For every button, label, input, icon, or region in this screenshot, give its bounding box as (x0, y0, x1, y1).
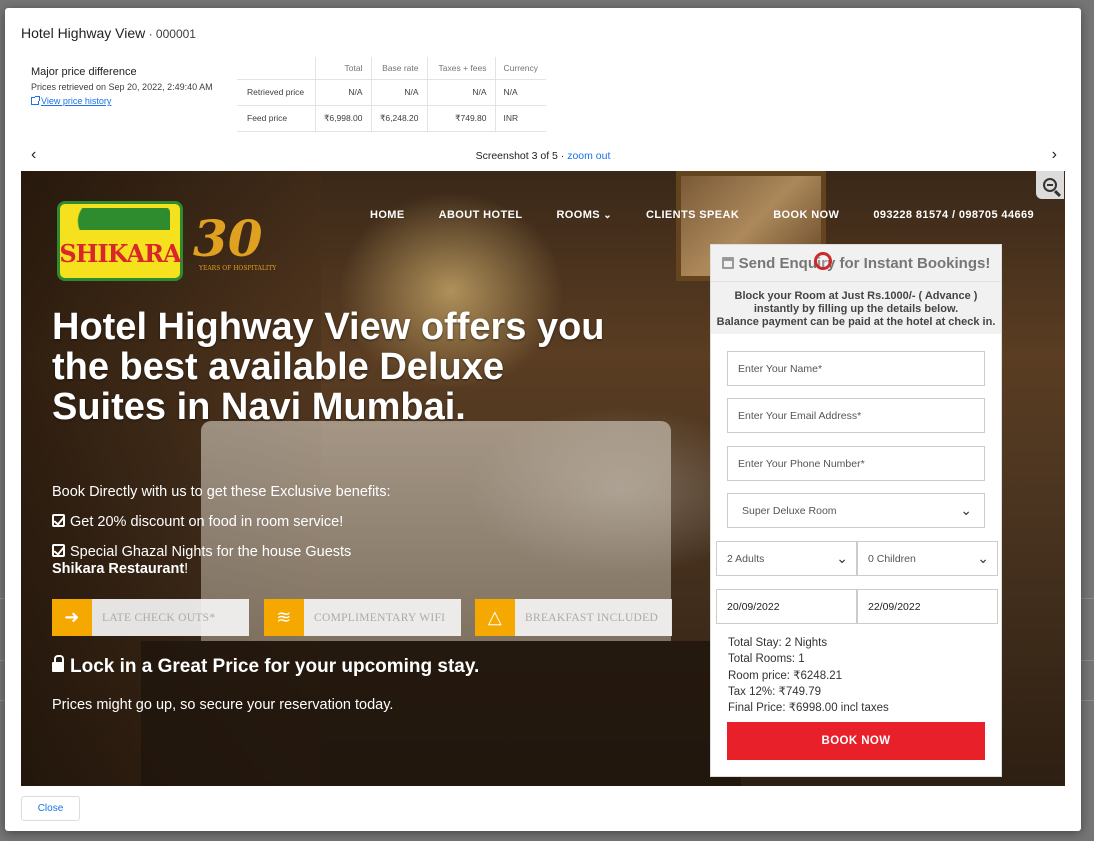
benefit-text: Get 20% discount on food in room service… (70, 514, 344, 530)
title-separator: · (145, 27, 156, 41)
total-stay: Total Stay: 2 Nights (728, 637, 828, 649)
row-label: Retrieved price (237, 79, 316, 106)
screenshot-counter: Screenshot 3 of 5 (475, 150, 558, 162)
restaurant-name: Shikara Restaurant (52, 561, 185, 577)
leaf-icon (70, 208, 170, 230)
cell-base: ₹6,248.20 (371, 105, 428, 132)
book-now-button[interactable]: BOOK NOW (727, 722, 985, 760)
anniversary-logo: 30 YEARS OF HOSPITALITY (193, 209, 279, 279)
door-exit-icon: ➜ (52, 599, 92, 636)
final-price: Final Price: ₹6998.00 incl taxes (728, 702, 889, 715)
external-link-icon (31, 96, 40, 105)
feature-label: LATE CHECK OUTS* (102, 611, 216, 624)
zoom-out-button[interactable] (1036, 171, 1064, 199)
benefits-intro: Book Directly with us to get these Exclu… (52, 484, 391, 500)
enquiry-title: Send Enquiry for Instant Bookings! (738, 254, 991, 272)
dialog-title: Hotel Highway View · 000001 (21, 25, 196, 41)
tax-amount: Tax 12%: ₹749.79 (728, 685, 821, 698)
wifi-icon: ≋ (264, 599, 304, 636)
price-info: Major price difference Prices retrieved … (31, 66, 213, 106)
cursor-indicator (814, 252, 832, 270)
nav-phone[interactable]: 093228 81574 / 098705 44669 (873, 209, 1034, 221)
column-header: Total (315, 57, 372, 80)
magnifier-minus-icon (1043, 178, 1057, 192)
service-bell-icon: △ (475, 599, 515, 636)
benefit-text: Special Ghazal Nights for the house Gues… (70, 544, 352, 560)
screenshot-caption: Screenshot 3 of 5 · zoom out (5, 150, 1081, 162)
room-type-select[interactable]: Super Deluxe Room (727, 493, 985, 528)
nav-rooms[interactable]: ROOMS (556, 209, 612, 221)
close-button[interactable]: Close (21, 796, 80, 821)
site-nav: HOME ABOUT HOTEL ROOMS CLIENTS SPEAK BOO… (370, 209, 1034, 221)
hotel-id: 000001 (155, 27, 196, 41)
anniversary-number: 30 (193, 209, 263, 268)
caption-separator: · (557, 150, 568, 162)
note-line: instantly by filling up the details belo… (753, 303, 959, 315)
screenshot-dialog: Hotel Highway View · 000001 Major price … (5, 8, 1081, 831)
benefit-item: Get 20% discount on food in room service… (52, 507, 391, 537)
total-rooms: Total Rooms: 1 (728, 653, 805, 666)
column-header: Base rate (371, 57, 428, 80)
feature-label: BREAKFAST INCLUDED (525, 611, 659, 624)
feature-label: COMPLIMENTARY WIFI (314, 611, 446, 624)
feature-late-checkout: ➜ LATE CHECK OUTS* (52, 599, 249, 636)
price-heading: Major price difference (31, 66, 137, 78)
price-history-label: View price history (41, 96, 112, 106)
checkbox-icon (52, 544, 65, 557)
row-label: Feed price (237, 105, 316, 132)
feature-wifi: ≋ COMPLIMENTARY WIFI (264, 599, 461, 636)
price-comparison-table: Total Base rate Taxes + fees Currency Re… (237, 57, 546, 132)
chevron-right-icon[interactable]: › (1052, 146, 1057, 164)
table-row: Feed price ₹6,998.00 ₹6,248.20 ₹749.80 I… (237, 105, 546, 132)
checkin-date-input[interactable]: 20/09/2022 (716, 589, 857, 624)
column-header: Taxes + fees (427, 57, 496, 80)
enquiry-header: Send Enquiry for Instant Bookings! (711, 245, 1001, 282)
nav-home[interactable]: HOME (370, 209, 405, 221)
anniversary-subtitle: YEARS OF HOSPITALITY (199, 265, 277, 272)
booking-summary: Total Stay: 2 Nights Total Rooms: 1 Room… (728, 635, 889, 716)
phone-field[interactable]: Enter Your Phone Number* (727, 446, 985, 481)
cell-total: N/A (315, 79, 372, 106)
retrieved-timestamp: Prices retrieved on Sep 20, 2022, 2:49:4… (31, 82, 213, 92)
price-history-link[interactable]: View price history (31, 96, 213, 106)
zoom-out-link[interactable]: zoom out (567, 150, 610, 162)
cell-taxes: ₹749.80 (427, 105, 496, 132)
note-line: Block your Room at Just Rs.1000/- ( Adva… (734, 290, 978, 302)
cell-total: ₹6,998.00 (315, 105, 372, 132)
cell-currency: N/A (495, 79, 546, 106)
website-screenshot: SHIKARA 30 YEARS OF HOSPITALITY HOME ABO… (21, 171, 1065, 786)
benefits-list: Book Directly with us to get these Exclu… (52, 477, 391, 577)
table-corner (237, 57, 316, 80)
lock-price-text: Lock in a Great Price for your upcoming … (70, 656, 480, 677)
logo-text: SHIKARA (59, 239, 181, 268)
email-field[interactable]: Enter Your Email Address* (727, 398, 985, 433)
note-line: Balance payment can be paid at the hotel… (716, 316, 996, 328)
enquiry-note: Block your Room at Just Rs.1000/- ( Adva… (711, 282, 1001, 334)
calendar-icon (721, 257, 734, 269)
lock-icon (52, 655, 64, 672)
cell-currency: INR (495, 105, 546, 132)
table-header-row: Total Base rate Taxes + fees Currency (237, 57, 546, 80)
nav-book-now[interactable]: BOOK NOW (773, 209, 839, 221)
shikara-logo: SHIKARA (57, 201, 183, 281)
feature-breakfast: △ BREAKFAST INCLUDED (475, 599, 672, 636)
name-field[interactable]: Enter Your Name* (727, 351, 985, 386)
cell-taxes: N/A (427, 79, 496, 106)
lock-price-heading: Lock in a Great Price for your upcoming … (52, 655, 480, 678)
hero-title: Hotel Highway View offers you the best a… (52, 306, 605, 428)
enquiry-form: Send Enquiry for Instant Bookings! Block… (710, 244, 1002, 777)
children-select[interactable]: 0 Children (857, 541, 998, 576)
checkout-date-input[interactable]: 22/09/2022 (857, 589, 998, 624)
checkbox-icon (52, 514, 65, 527)
prices-up-text: Prices might go up, so secure your reser… (52, 697, 394, 713)
table-row: Retrieved price N/A N/A N/A N/A (237, 79, 546, 106)
room-price: Room price: ₹6248.21 (728, 669, 843, 682)
nav-about-hotel[interactable]: ABOUT HOTEL (439, 209, 523, 221)
column-header: Currency (495, 57, 546, 80)
hotel-name: Hotel Highway View (21, 25, 146, 41)
cell-base: N/A (371, 79, 428, 106)
nav-clients-speak[interactable]: CLIENTS SPEAK (646, 209, 739, 221)
benefit-tail: ! (184, 561, 189, 577)
adults-select[interactable]: 2 Adults (716, 541, 857, 576)
